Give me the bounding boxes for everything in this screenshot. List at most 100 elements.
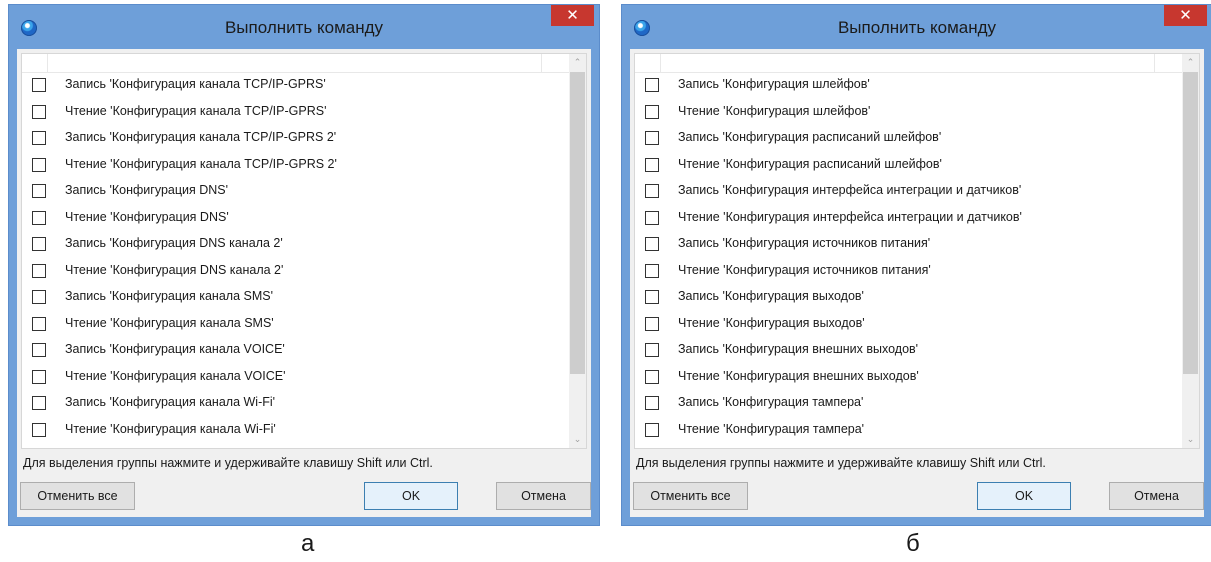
command-list-item[interactable]: Чтение 'Конфигурация DNS' (22, 205, 566, 232)
dialog-title: Выполнить команду (837, 18, 997, 37)
command-list-item[interactable]: Чтение 'Конфигурация интерфейса интеграц… (635, 205, 1179, 232)
app-icon (21, 20, 37, 36)
item-label: Запись 'Конфигурация DNS канала 2' (65, 236, 283, 250)
close-icon[interactable]: ✕ (551, 5, 594, 26)
item-checkbox[interactable] (645, 290, 659, 304)
item-checkbox[interactable] (645, 184, 659, 198)
selection-hint: Для выделения группы нажмите и удерживай… (23, 456, 433, 470)
command-list-item[interactable]: Запись 'Конфигурация интерфейса интеграц… (635, 178, 1179, 205)
item-label: Запись 'Конфигурация выходов' (678, 289, 864, 303)
scroll-down-icon[interactable]: ⌄ (1182, 431, 1199, 448)
item-checkbox[interactable] (32, 343, 46, 357)
command-list-item[interactable]: Чтение 'Конфигурация шлейфов' (635, 99, 1179, 126)
item-checkbox[interactable] (32, 263, 46, 278)
header-divider[interactable] (1154, 54, 1155, 72)
scroll-up-icon[interactable]: ⌃ (1182, 54, 1199, 71)
command-list-item[interactable]: Запись 'Конфигурация канала TCP/IP-GPRS … (22, 125, 566, 152)
vertical-scrollbar[interactable]: ⌃ ⌄ (1182, 54, 1199, 448)
command-list-item[interactable]: Запись 'Конфигурация канала VOICE' (22, 337, 566, 364)
item-label: Чтение 'Конфигурация канала VOICE' (65, 368, 286, 383)
close-icon[interactable]: ✕ (1164, 5, 1207, 26)
command-list-item[interactable]: Запись 'Конфигурация источников питания' (635, 231, 1179, 258)
item-label: Запись 'Конфигурация тампера' (678, 395, 864, 409)
item-checkbox[interactable] (645, 210, 659, 225)
item-checkbox[interactable] (645, 422, 659, 437)
item-checkbox[interactable] (645, 78, 659, 92)
item-label: Запись 'Конфигурация источников питания' (678, 236, 931, 250)
figure-caption: б (906, 530, 920, 557)
command-list-item[interactable]: Чтение 'Конфигурация источников питания' (635, 258, 1179, 285)
item-checkbox[interactable] (645, 157, 659, 172)
item-label: Чтение 'Конфигурация внешних выходов' (678, 368, 919, 383)
command-list-item[interactable]: Чтение 'Конфигурация DNS канала 2' (22, 258, 566, 285)
item-checkbox[interactable] (32, 157, 46, 172)
command-list-item[interactable]: Чтение 'Конфигурация канала TCP/IP-GPRS … (22, 152, 566, 179)
command-list-item[interactable]: Чтение 'Конфигурация внешних выходов' (635, 364, 1179, 391)
item-checkbox[interactable] (32, 237, 46, 251)
scroll-thumb[interactable] (1183, 72, 1198, 374)
header-divider[interactable] (541, 54, 542, 72)
header-divider[interactable] (47, 54, 48, 72)
item-label: Чтение 'Конфигурация DNS' (65, 209, 229, 224)
command-list-item[interactable]: Чтение 'Конфигурация расписаний шлейфов' (635, 152, 1179, 179)
item-checkbox[interactable] (645, 396, 659, 410)
item-checkbox[interactable] (32, 316, 46, 331)
item-checkbox[interactable] (32, 131, 46, 145)
item-checkbox[interactable] (32, 422, 46, 437)
item-checkbox[interactable] (32, 369, 46, 384)
vertical-scrollbar[interactable]: ⌃ ⌄ (569, 54, 586, 448)
item-checkbox[interactable] (32, 78, 46, 92)
item-checkbox[interactable] (32, 210, 46, 225)
item-checkbox[interactable] (645, 104, 659, 119)
scroll-down-icon[interactable]: ⌄ (569, 431, 586, 448)
command-list-item[interactable]: Чтение 'Конфигурация канала Wi-Fi' (22, 417, 566, 444)
command-dialog-a: Выполнить команду ✕ Запись 'Конфигурация… (8, 4, 600, 526)
command-list-item[interactable]: Запись 'Конфигурация внешних выходов' (635, 337, 1179, 364)
app-icon (634, 20, 650, 36)
command-list-item[interactable]: Запись 'Конфигурация тампера' (635, 390, 1179, 417)
cancel-button[interactable]: Отмена (1109, 482, 1204, 510)
scroll-thumb[interactable] (570, 72, 585, 374)
item-checkbox[interactable] (645, 343, 659, 357)
command-list: Запись 'Конфигурация шлейфов' Чтение 'Кон… (634, 53, 1200, 449)
item-checkbox[interactable] (645, 369, 659, 384)
deselect-all-button[interactable]: Отменить все (20, 482, 135, 510)
item-checkbox[interactable] (645, 263, 659, 278)
command-list-item[interactable]: Запись 'Конфигурация DNS канала 2' (22, 231, 566, 258)
item-label: Чтение 'Конфигурация канала TCP/IP-GPRS' (65, 103, 327, 118)
command-list-item[interactable]: Запись 'Конфигурация канала SMS' (22, 284, 566, 311)
command-list-item[interactable]: Чтение 'Конфигурация канала VOICE' (22, 364, 566, 391)
command-list-item[interactable]: Чтение 'Конфигурация канала SMS' (22, 311, 566, 338)
dialog-body: Запись 'Конфигурация шлейфов' Чтение 'Кон… (630, 49, 1204, 517)
item-checkbox[interactable] (32, 184, 46, 198)
command-list-item[interactable]: Запись 'Конфигурация канала Wi-Fi' (22, 390, 566, 417)
item-label: Запись 'Конфигурация канала VOICE' (65, 342, 285, 356)
command-list-item[interactable]: Чтение 'Конфигурация тампера' (635, 417, 1179, 444)
item-label: Запись 'Конфигурация канала TCP/IP-GPRS … (65, 130, 337, 144)
ok-button[interactable]: OK (977, 482, 1071, 510)
item-checkbox[interactable] (32, 104, 46, 119)
scroll-up-icon[interactable]: ⌃ (569, 54, 586, 71)
item-checkbox[interactable] (32, 396, 46, 410)
cancel-button[interactable]: Отмена (496, 482, 591, 510)
item-label: Запись 'Конфигурация шлейфов' (678, 77, 870, 91)
item-checkbox[interactable] (645, 237, 659, 251)
item-checkbox[interactable] (645, 316, 659, 331)
command-list-item[interactable]: Запись 'Конфигурация шлейфов' (635, 72, 1179, 99)
command-list-item[interactable]: Запись 'Конфигурация расписаний шлейфов' (635, 125, 1179, 152)
title-bar: Выполнить команду ✕ (622, 5, 1211, 49)
header-divider[interactable] (660, 54, 661, 72)
deselect-all-button[interactable]: Отменить все (633, 482, 748, 510)
item-checkbox[interactable] (32, 290, 46, 304)
command-list-item[interactable]: Запись 'Конфигурация канала TCP/IP-GPRS' (22, 72, 566, 99)
item-label: Чтение 'Конфигурация шлейфов' (678, 103, 871, 118)
command-list-item[interactable]: Чтение 'Конфигурация канала TCP/IP-GPRS' (22, 99, 566, 126)
ok-button[interactable]: OK (364, 482, 458, 510)
item-checkbox[interactable] (645, 131, 659, 145)
dialog-body: Запись 'Конфигурация канала TCP/IP-GPRS'… (17, 49, 591, 517)
item-label: Чтение 'Конфигурация источников питания' (678, 262, 931, 277)
command-list-item[interactable]: Запись 'Конфигурация выходов' (635, 284, 1179, 311)
command-list-item[interactable]: Запись 'Конфигурация DNS' (22, 178, 566, 205)
item-label: Запись 'Конфигурация канала Wi-Fi' (65, 395, 276, 409)
command-list-item[interactable]: Чтение 'Конфигурация выходов' (635, 311, 1179, 338)
